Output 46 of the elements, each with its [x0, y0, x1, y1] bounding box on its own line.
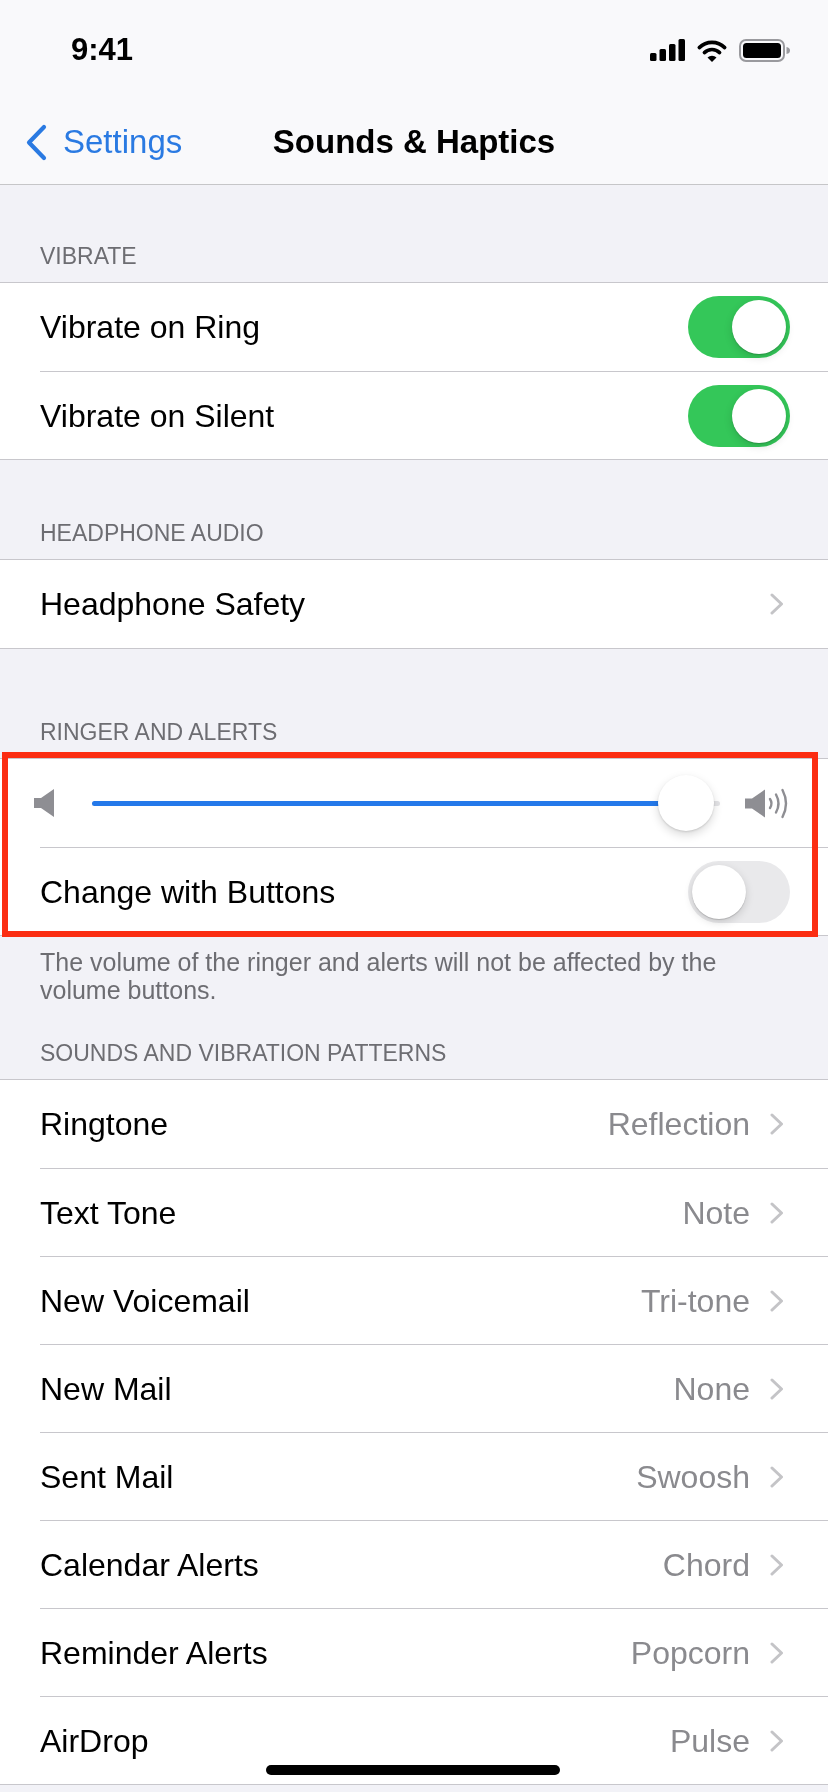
- row-label[interactable]: New Voicemail: [40, 1280, 250, 1321]
- chevron-right-icon: [770, 1201, 784, 1224]
- chevron-right-icon: [770, 1641, 784, 1664]
- row-value: Note: [682, 1193, 750, 1233]
- row-label: Change with Buttons: [40, 872, 336, 912]
- slider-thumb[interactable]: [658, 775, 715, 831]
- status-time: 9:41: [71, 32, 134, 68]
- row-label[interactable]: Text Tone: [40, 1192, 177, 1233]
- chevron-right-icon: [770, 1553, 784, 1576]
- row-value: None: [673, 1369, 750, 1409]
- volume-slider[interactable]: [92, 775, 720, 831]
- signal-icon: [650, 39, 685, 61]
- row-value: Popcorn: [630, 1633, 750, 1673]
- nav-title: Sounds & Haptics: [272, 122, 556, 162]
- row-label[interactable]: Headphone Safety: [40, 584, 306, 624]
- chevron-left-icon: [25, 123, 47, 161]
- row-label[interactable]: Reminder Alerts: [40, 1632, 268, 1673]
- speaker-high-icon: [745, 787, 790, 819]
- chevron-right-icon: [770, 1377, 784, 1400]
- chevron-right-icon: [770, 593, 784, 615]
- row-value: Tri-tone: [640, 1281, 750, 1321]
- chevron-right-icon: [770, 1113, 784, 1135]
- chevron-right-icon: [770, 1729, 784, 1752]
- toggle-switch[interactable]: [688, 296, 790, 358]
- wifi-icon: [696, 38, 728, 62]
- row-label[interactable]: AirDrop: [40, 1720, 149, 1761]
- row-label: Vibrate on Ring: [40, 308, 260, 347]
- back-button[interactable]: Settings: [0, 122, 183, 162]
- row-value: Reflection: [607, 1105, 750, 1144]
- section-header: SOUNDS AND VIBRATION PATTERNS: [40, 1039, 448, 1068]
- section-header: VIBRATE: [40, 242, 138, 271]
- row-label[interactable]: Calendar Alerts: [40, 1544, 259, 1585]
- row-label[interactable]: Sent Mail: [40, 1456, 174, 1497]
- chevron-right-icon: [770, 1465, 784, 1488]
- section-header: HEADPHONE AUDIO: [40, 519, 265, 548]
- row-value: Pulse: [669, 1721, 750, 1761]
- row-label: Vibrate on Silent: [40, 396, 275, 436]
- row-label[interactable]: Ringtone: [40, 1104, 169, 1144]
- chevron-right-icon: [770, 1289, 784, 1312]
- battery-icon: [739, 38, 790, 62]
- row-label[interactable]: New Mail: [40, 1368, 172, 1409]
- row-value: Chord: [662, 1545, 750, 1585]
- row-value: Swoosh: [636, 1457, 750, 1497]
- section-header: RINGER AND ALERTS: [40, 718, 279, 747]
- section-footer: The volume of the ringer and alerts will not be affected by the volume buttons.: [40, 948, 788, 1004]
- speaker-low-icon: [34, 789, 54, 817]
